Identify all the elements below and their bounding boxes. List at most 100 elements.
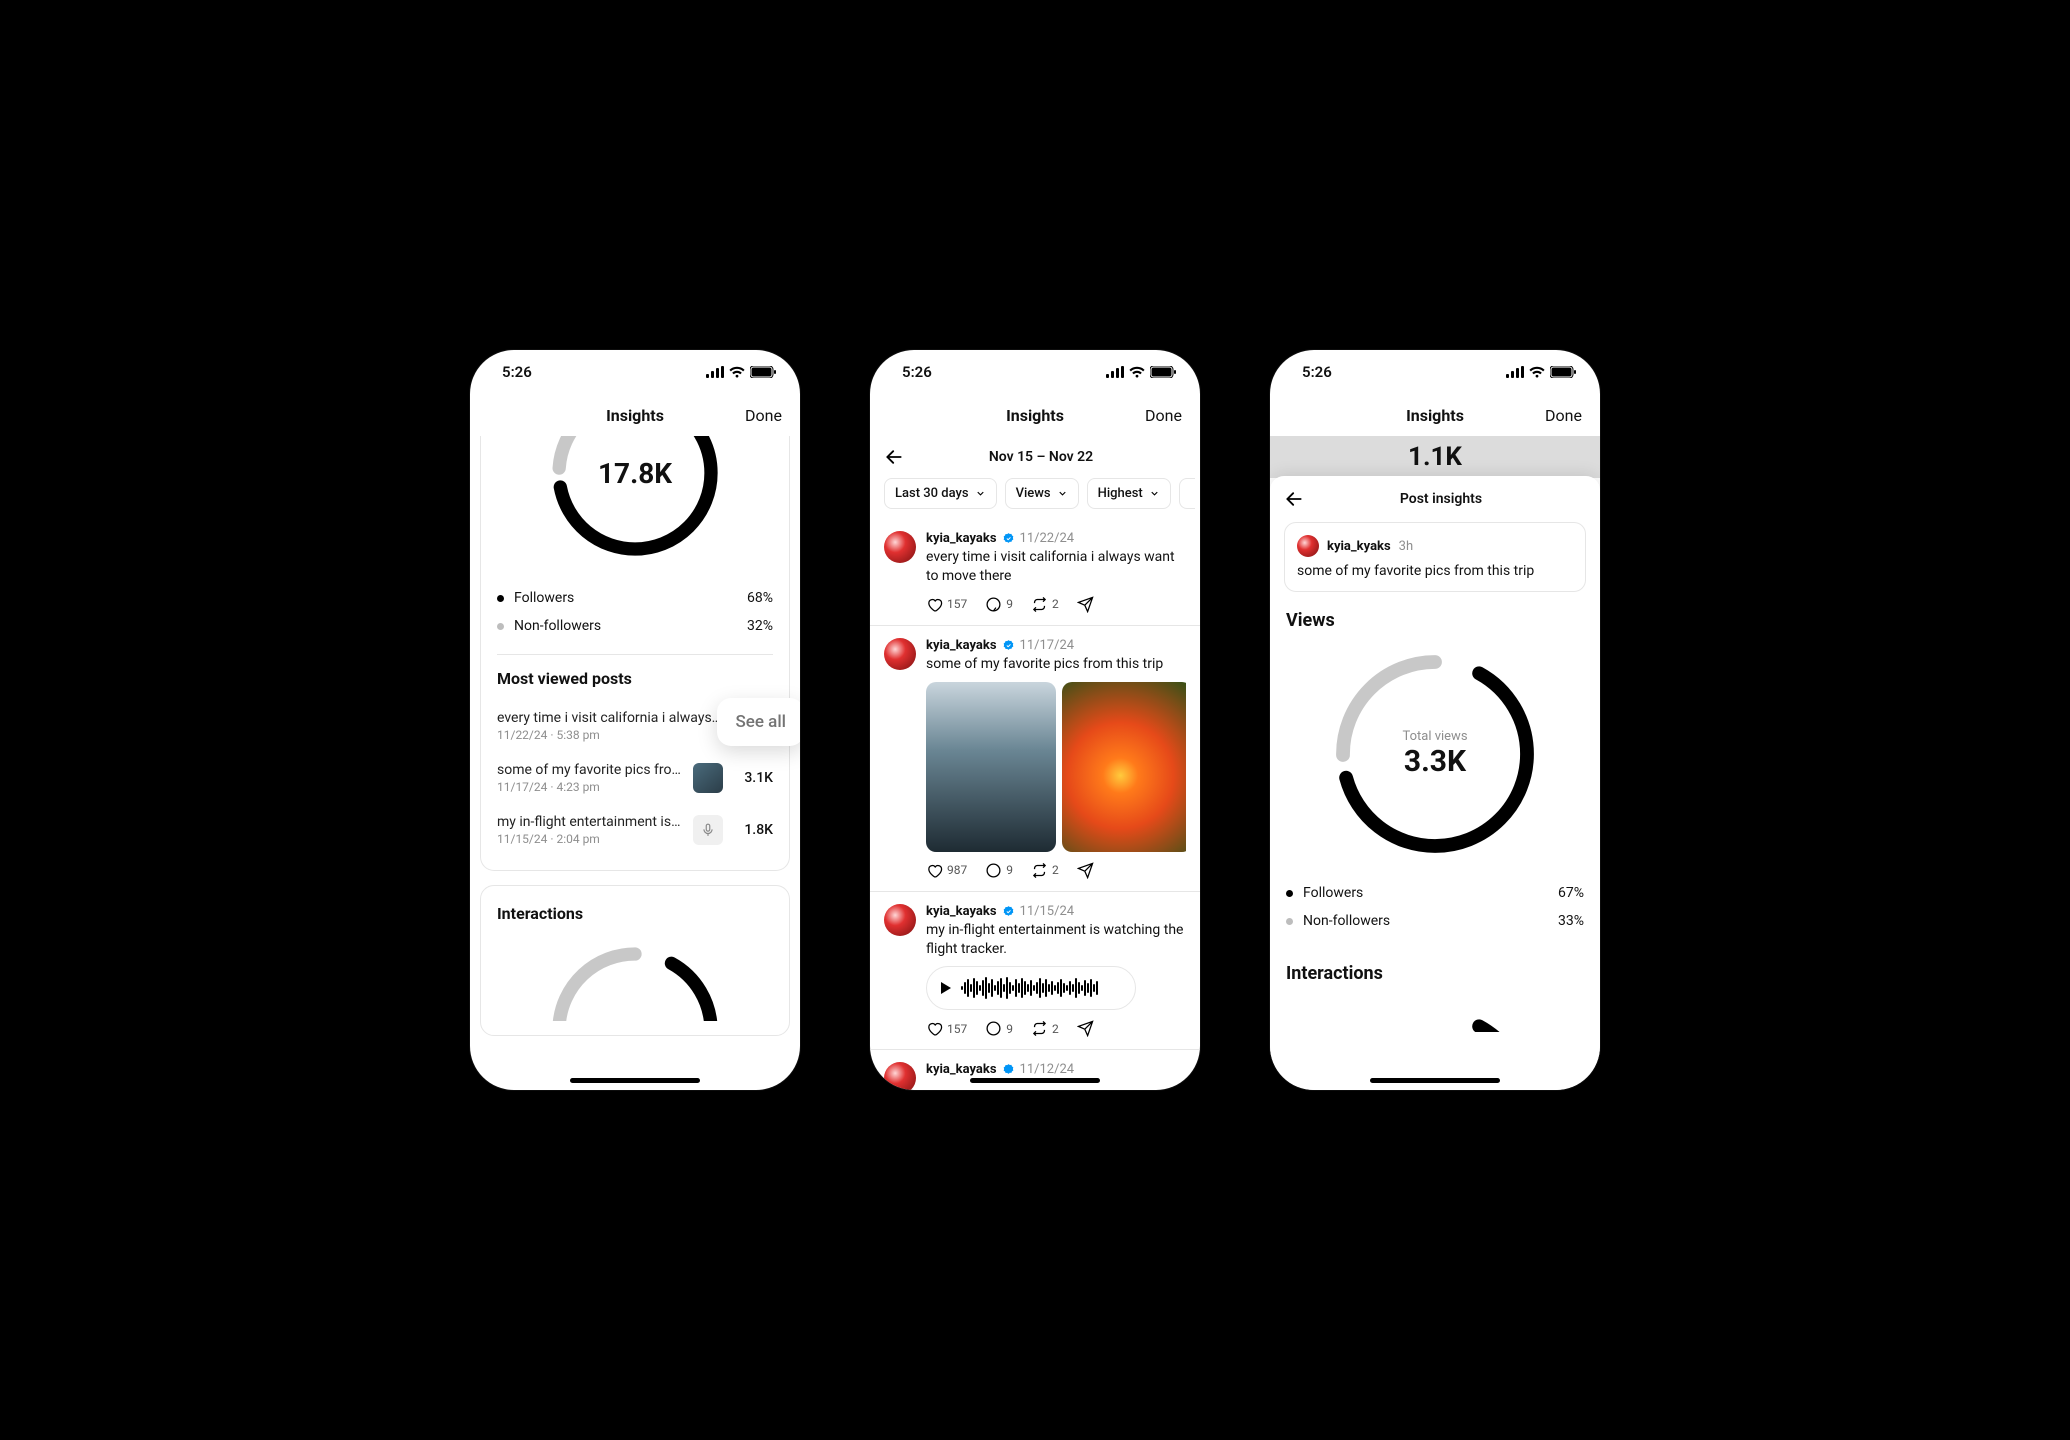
views-legend: Followers 67% Non-followers 33%: [1286, 879, 1584, 935]
legend-row-followers: Followers 67%: [1286, 879, 1584, 907]
home-indicator: [970, 1078, 1100, 1083]
donut-center-label: Total views: [1402, 729, 1467, 744]
media-thumbnail[interactable]: [1062, 682, 1186, 852]
post-row[interactable]: kyia_kayaks 11/15/24 my in-flight entert…: [870, 891, 1200, 1050]
repost-button[interactable]: 2: [1031, 862, 1059, 879]
interactions-donut: Total interactions: [497, 935, 773, 1021]
phone-posts-list: 5:26 Insights Done Nov 15 – Nov 22 Last …: [870, 350, 1200, 1090]
repost-button[interactable]: 2: [1031, 1020, 1059, 1037]
showcase-stage: 5:26 Insights Done: [315, 219, 1755, 1221]
post-date: 11/22/24: [1020, 531, 1075, 546]
nav-bar: Insights Done: [1270, 394, 1600, 436]
comment-button[interactable]: 9: [985, 1020, 1013, 1037]
comment-count: 9: [1006, 1022, 1013, 1036]
post-username: kyia_kayaks: [926, 1062, 997, 1077]
verified-badge-icon: [1002, 532, 1015, 545]
heart-icon: [926, 862, 943, 879]
repost-count: 2: [1052, 597, 1059, 611]
status-bar: 5:26: [870, 350, 1200, 394]
avatar: [884, 638, 916, 670]
chip-label: Views: [1016, 486, 1051, 501]
repost-icon: [1031, 596, 1048, 613]
interactions-section-title: Interactions: [1270, 963, 1600, 992]
avatar: [1297, 535, 1319, 557]
views-donut: Total views 3.3K: [1286, 639, 1584, 869]
cellular-icon: [706, 366, 724, 378]
see-all-button[interactable]: See all: [717, 698, 800, 746]
like-button[interactable]: 157: [926, 596, 967, 613]
most-viewed-row[interactable]: my in-flight entertainment is w… 11/15/2…: [497, 804, 773, 856]
comment-icon: [985, 1020, 1002, 1037]
nav-bar: Insights Done: [870, 394, 1200, 436]
legend-value: 67%: [1558, 885, 1584, 901]
home-indicator: [570, 1078, 700, 1083]
post-username: kyia_kayaks: [926, 904, 997, 919]
share-button[interactable]: [1077, 596, 1094, 613]
done-button[interactable]: Done: [1545, 406, 1582, 425]
posts-scroll[interactable]: kyia_kayaks 11/22/24 every time i visit …: [870, 519, 1200, 1090]
post-text: some of my favorite pics from this trip: [1297, 563, 1573, 579]
comment-button[interactable]: 9: [985, 596, 1013, 613]
views-section-title: Views: [1270, 610, 1600, 639]
like-count: 157: [947, 597, 967, 611]
done-button[interactable]: Done: [1145, 406, 1182, 425]
legend-value: 68%: [747, 590, 773, 606]
chevron-down-icon: [1149, 488, 1160, 499]
date-range: Nov 15 – Nov 22: [896, 449, 1186, 465]
filter-chip-overflow[interactable]: [1179, 478, 1195, 509]
mic-icon: [693, 815, 723, 845]
post-row[interactable]: kyia_kayaks 11/12/24: [870, 1049, 1200, 1090]
legend-value: 33%: [1558, 913, 1584, 929]
status-icons: [1106, 366, 1176, 378]
background-donut-peek: [1270, 436, 1600, 478]
legend-label: Followers: [514, 590, 574, 606]
repost-button[interactable]: 2: [1031, 596, 1059, 613]
post-username: kyia_kyaks: [1327, 539, 1391, 554]
battery-icon: [1150, 366, 1176, 378]
filter-chip-sort[interactable]: Highest: [1087, 478, 1171, 509]
interactions-title: Interactions: [497, 904, 773, 923]
most-viewed-row[interactable]: some of my favorite pics from… 11/17/24 …: [497, 752, 773, 804]
post-text: every time i visit california i always w…: [926, 548, 1186, 586]
media-thumbnail[interactable]: [926, 682, 1056, 852]
post-row[interactable]: kyia_kayaks 11/17/24 some of my favorite…: [870, 625, 1200, 891]
media-carousel[interactable]: [926, 682, 1186, 852]
avatar: [884, 1062, 916, 1090]
comment-button[interactable]: 9: [985, 862, 1013, 879]
scroll-area[interactable]: 17.8K Followers 68% Non-followers 32% Mo: [470, 436, 800, 1090]
filter-chip-range[interactable]: Last 30 days: [884, 478, 997, 509]
legend-row-followers: Followers 68%: [497, 584, 773, 612]
filter-chip-metric[interactable]: Views: [1005, 478, 1079, 509]
interactions-card: Interactions Total interactions: [480, 885, 790, 1036]
legend-value: 32%: [747, 618, 773, 634]
done-button[interactable]: Done: [745, 406, 782, 425]
post-preview-card[interactable]: kyia_kyaks 3h some of my favorite pics f…: [1284, 522, 1586, 592]
voice-note-player[interactable]: [926, 966, 1136, 1010]
sheet-title: Post insights: [1296, 491, 1586, 507]
verified-badge-icon: [1002, 905, 1015, 918]
row-value: 3.1K: [733, 770, 773, 786]
phone-post-insights: 5:26 Insights Done Post insights: [1270, 350, 1600, 1090]
repost-count: 2: [1052, 863, 1059, 877]
post-row[interactable]: kyia_kayaks 11/22/24 every time i visit …: [870, 519, 1200, 625]
share-button[interactable]: [1077, 862, 1094, 879]
row-title: my in-flight entertainment is w…: [497, 814, 683, 830]
post-actions: 157 9 2: [926, 596, 1186, 613]
avatar: [884, 531, 916, 563]
post-actions: 157 9 2: [926, 1020, 1186, 1037]
wifi-icon: [729, 366, 745, 378]
post-text: my in-flight entertainment is watching t…: [926, 921, 1186, 959]
post-text: some of my favorite pics from this trip: [926, 655, 1186, 674]
share-button[interactable]: [1077, 1020, 1094, 1037]
post-date: 11/12/24: [1020, 1062, 1075, 1077]
wifi-icon: [1129, 366, 1145, 378]
row-thumbnail: [693, 763, 723, 793]
send-icon: [1077, 1020, 1094, 1037]
like-button[interactable]: 987: [926, 862, 967, 879]
donut-total-value: 17.8K: [598, 457, 672, 490]
like-button[interactable]: 157: [926, 1020, 967, 1037]
row-title: some of my favorite pics from…: [497, 762, 683, 778]
row-meta: 11/15/24 · 2:04 pm: [497, 832, 683, 846]
sheet-header: Post insights: [1270, 476, 1600, 522]
divider: [497, 654, 773, 655]
